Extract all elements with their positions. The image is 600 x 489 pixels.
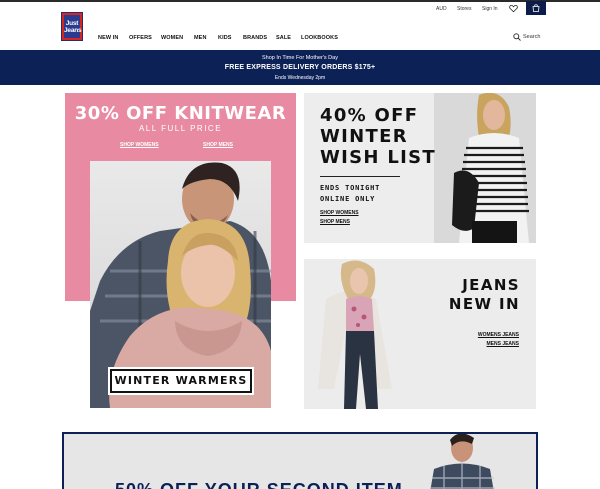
search-label: Search	[523, 34, 541, 40]
promo-line-2: FREE EXPRESS DELIVERY ORDERS $175+	[224, 64, 376, 71]
logo-mark: Just Jeans	[64, 15, 82, 38]
cart-icon	[532, 4, 540, 12]
nav-sale[interactable]: SALE	[276, 35, 291, 41]
jeans-title-line-2: NEW IN	[448, 295, 520, 313]
sign-in-link[interactable]: Sign In	[482, 6, 498, 12]
wish-divider	[320, 176, 400, 177]
heart-icon[interactable]	[509, 4, 518, 13]
nav-women[interactable]: WOMEN	[161, 35, 183, 41]
wish-list-title: 40% OFF WINTER WISH LIST	[320, 105, 436, 168]
brand-logo[interactable]: Just Jeans	[61, 12, 83, 41]
shop-mens-knitwear-link[interactable]: SHOP MENS	[203, 142, 233, 148]
mens-jeans-link[interactable]: MENS JEANS	[486, 341, 519, 347]
knitwear-subtitle: ALL FULL PRICE	[138, 124, 223, 133]
currency-selector[interactable]: AUD	[436, 6, 447, 12]
cart-button[interactable]	[526, 1, 546, 15]
nav-brands[interactable]: BRANDS	[243, 35, 267, 41]
nav-kids[interactable]: KIDS	[218, 35, 232, 41]
promo-line-1: Shop In Time For Mother's Day	[262, 55, 338, 61]
stores-link[interactable]: Stores	[457, 6, 471, 12]
shop-womens-knitwear-link[interactable]: SHOP WOMENS	[120, 142, 159, 148]
shop-mens-wishlist-link[interactable]: SHOP MENS	[320, 219, 350, 225]
promo-line-3: Ends Wednesday 2pm	[274, 75, 326, 81]
winter-warmers-label[interactable]: WINTER WARMERS	[110, 369, 252, 393]
nav-new-in[interactable]: NEW IN	[98, 35, 118, 41]
search-icon	[513, 33, 521, 41]
logo-line-1: Just	[65, 20, 79, 27]
promo-banner[interactable]: Shop In Time For Mother's Day FREE EXPRE…	[0, 50, 600, 85]
wish-title-line-3: WISH LIST	[320, 147, 436, 168]
nav-men[interactable]: MEN	[194, 35, 207, 41]
top-border	[0, 0, 600, 2]
womens-jeans-link[interactable]: WOMENS JEANS	[478, 332, 519, 338]
wish-title-line-2: WINTER	[320, 126, 408, 147]
search-button[interactable]: Search	[513, 33, 540, 41]
jeans-title-line-1: JEANS	[462, 276, 520, 294]
logo-line-2: Jeans	[64, 27, 82, 34]
shop-womens-wishlist-link[interactable]: SHOP WOMENS	[320, 210, 359, 216]
second-item-headline: 50% OFF YOUR SECOND ITEM	[115, 480, 403, 489]
wish-sub-line-2: ONLINE ONLY	[320, 195, 376, 203]
jeans-title: JEANS NEW IN	[430, 276, 520, 314]
nav-offers[interactable]: OFFERS	[129, 35, 152, 41]
nav-lookbooks[interactable]: LOOKBOOKS	[301, 35, 338, 41]
wish-sub-line-1: ENDS TONIGHT	[320, 184, 381, 192]
knitwear-title: 30% OFF KNITWEAR	[74, 103, 287, 124]
wish-title-line-1: 40% OFF	[320, 105, 419, 126]
wish-subtitle: ENDS TONIGHT ONLINE ONLY	[320, 183, 380, 205]
